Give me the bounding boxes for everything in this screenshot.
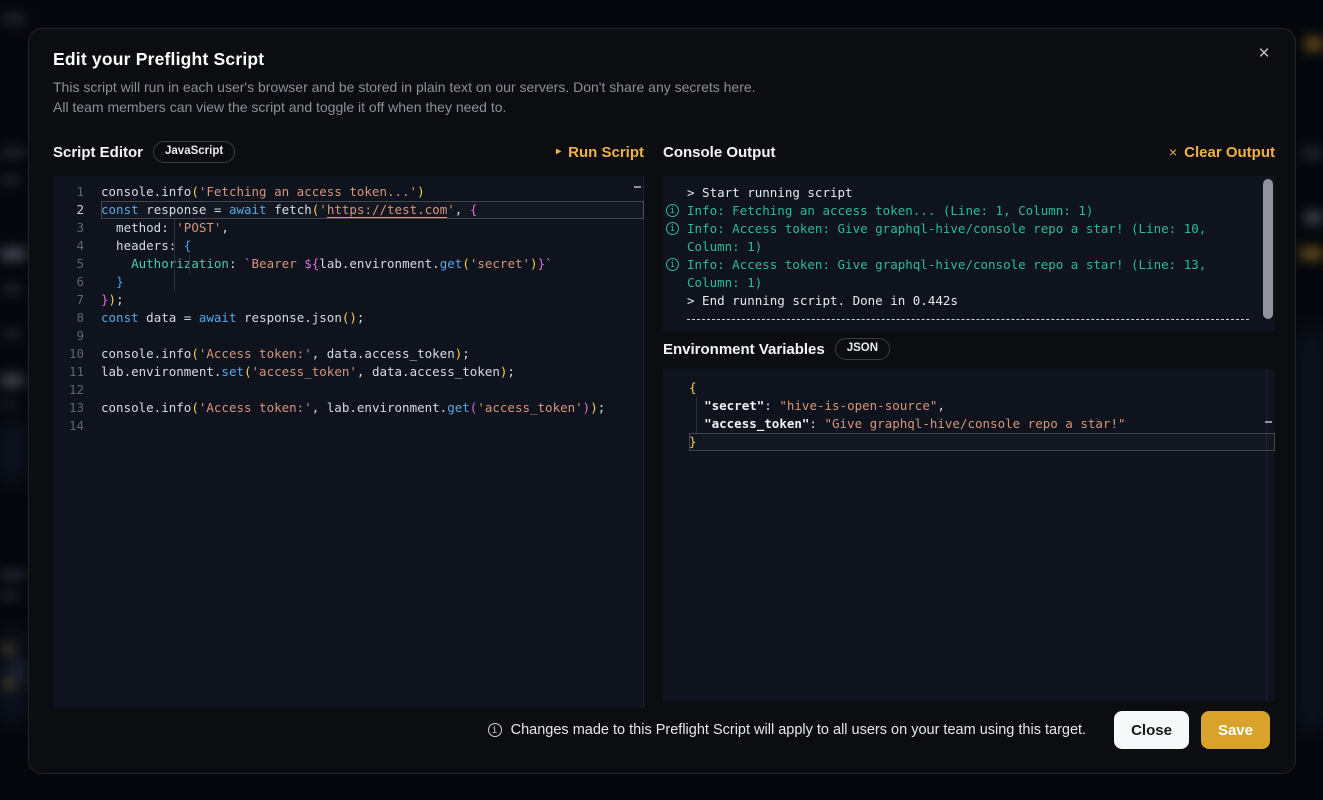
- description-line-2: All team members can view the script and…: [53, 97, 756, 117]
- code-line: 1console.info('Fetching an access token.…: [53, 183, 644, 201]
- preflight-script-modal: × Edit your Preflight Script This script…: [28, 28, 1296, 774]
- code-line: 13console.info('Access token:', lab.envi…: [53, 399, 644, 417]
- clear-output-button[interactable]: × Clear Output: [1169, 144, 1275, 161]
- line-number: 14: [53, 417, 101, 435]
- info-icon: i: [488, 723, 502, 737]
- code-line: 14: [53, 417, 644, 435]
- scrollbar-thumb[interactable]: [1263, 179, 1273, 319]
- console-entry: iInfo: Fetching an access token... (Line…: [663, 202, 1275, 220]
- line-number: 11: [53, 363, 101, 381]
- code-line: 5 Authorization: `Bearer ${lab.environme…: [53, 255, 644, 273]
- code-line: "secret": "hive-is-open-source",: [663, 397, 1275, 415]
- run-script-label: Run Script: [568, 144, 644, 161]
- console-entry: iInfo: Access token: Give graphql-hive/c…: [663, 256, 1275, 292]
- console-entry: iInfo: Access token: Give graphql-hive/c…: [663, 220, 1275, 256]
- environment-variables-heading: Environment Variables: [663, 341, 825, 358]
- code-line: 7});: [53, 291, 644, 309]
- indent-guide: [174, 219, 175, 291]
- script-editor-heading: Script Editor: [53, 144, 143, 161]
- overview-ruler-mark: [634, 186, 641, 188]
- line-number: 4: [53, 237, 101, 255]
- info-icon: i: [666, 258, 679, 271]
- code-line: 4 headers: {: [53, 237, 644, 255]
- clear-icon: ×: [1169, 145, 1177, 159]
- console-entries: > Start running scriptiInfo: Fetching an…: [663, 184, 1275, 320]
- code-line: 2const response = await fetch('https://t…: [53, 201, 644, 219]
- code-line: 6 }: [53, 273, 644, 291]
- line-number: 3: [53, 219, 101, 237]
- clear-output-label: Clear Output: [1184, 144, 1275, 161]
- script-editor[interactable]: 1console.info('Fetching an access token.…: [53, 176, 644, 708]
- line-number: 12: [53, 381, 101, 399]
- play-icon: ▸: [556, 147, 561, 157]
- code-line: 8const data = await response.json();: [53, 309, 644, 327]
- scrollbar-track: [643, 176, 644, 708]
- close-button[interactable]: Close: [1114, 711, 1189, 749]
- info-icon: i: [666, 222, 679, 235]
- info-icon: i: [666, 204, 679, 217]
- code-line: "access_token": "Give graphql-hive/conso…: [663, 415, 1275, 433]
- code-line: 9: [53, 327, 644, 345]
- line-number: 8: [53, 309, 101, 327]
- line-number: 1: [53, 183, 101, 201]
- description-line-1: This script will run in each user's brow…: [53, 77, 756, 97]
- modal-title: Edit your Preflight Script: [53, 49, 264, 70]
- environment-variables-editor[interactable]: { "secret": "hive-is-open-source", "acce…: [663, 369, 1275, 701]
- console-entry: > Start running script: [663, 184, 1275, 202]
- code-line: 11lab.environment.set('access_token', da…: [53, 363, 644, 381]
- console-output[interactable]: > Start running scriptiInfo: Fetching an…: [663, 176, 1275, 331]
- footer-note: i Changes made to this Preflight Script …: [488, 722, 1086, 738]
- line-number: 13: [53, 399, 101, 417]
- language-badge: JavaScript: [153, 141, 235, 163]
- code-line: 3 method: 'POST',: [53, 219, 644, 237]
- save-button[interactable]: Save: [1201, 711, 1270, 749]
- line-number: 9: [53, 327, 101, 345]
- run-script-button[interactable]: ▸ Run Script: [556, 144, 644, 161]
- json-badge: JSON: [835, 338, 890, 360]
- indent-guide: [696, 397, 697, 433]
- line-number: 7: [53, 291, 101, 309]
- line-number: 10: [53, 345, 101, 363]
- line-number: 5: [53, 255, 101, 273]
- console-entry: > End running script. Done in 0.442s: [663, 292, 1275, 310]
- footer-note-text: Changes made to this Preflight Script wi…: [511, 722, 1086, 738]
- console-separator: [687, 319, 1249, 320]
- code-line: {: [663, 379, 1275, 397]
- close-icon[interactable]: ×: [1253, 43, 1275, 65]
- code-line: }: [663, 433, 1275, 451]
- line-number: 6: [53, 273, 101, 291]
- environment-variables-lines: { "secret": "hive-is-open-source", "acce…: [663, 379, 1275, 451]
- script-editor-lines: 1console.info('Fetching an access token.…: [53, 183, 644, 435]
- console-output-heading: Console Output: [663, 144, 776, 161]
- modal-description: This script will run in each user's brow…: [53, 77, 756, 117]
- indent-guide: [189, 255, 190, 273]
- line-number: 2: [53, 201, 101, 219]
- scrollbar-track: [1266, 369, 1267, 701]
- code-line: 12: [53, 381, 644, 399]
- code-line: 10console.info('Access token:', data.acc…: [53, 345, 644, 363]
